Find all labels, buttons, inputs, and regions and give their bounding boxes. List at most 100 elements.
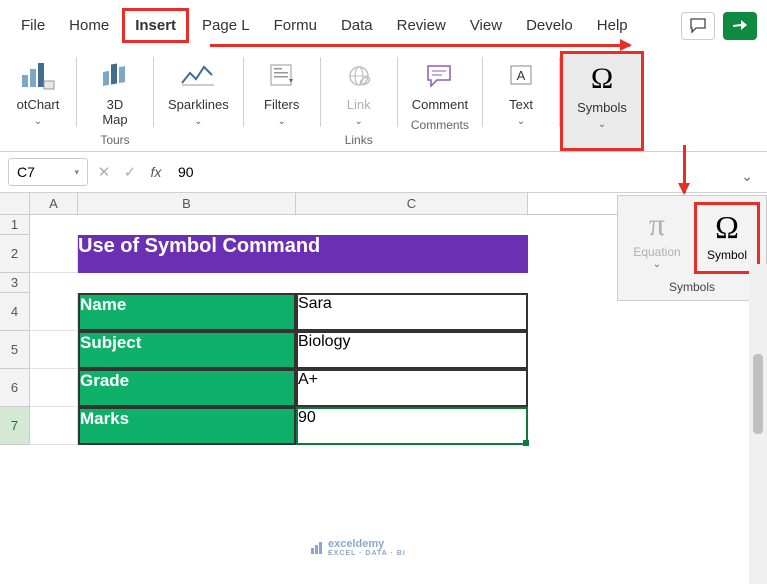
text-label: Text — [509, 97, 533, 112]
chevron-down-icon: ⌄ — [278, 116, 286, 127]
tab-data[interactable]: Data — [330, 10, 384, 41]
watermark: exceldemy EXCEL · DATA · BI — [310, 538, 406, 557]
map3d-label: 3D Map — [102, 97, 127, 127]
value-marks[interactable]: 90 — [296, 407, 528, 445]
comments-button[interactable] — [681, 12, 715, 40]
value-subject[interactable]: Biology — [296, 331, 528, 369]
row-header-1[interactable]: 1 — [0, 215, 30, 235]
sparklines-label: Sparklines — [168, 97, 229, 112]
cell-a7[interactable] — [30, 407, 78, 445]
marks-text: 90 — [298, 409, 316, 426]
filters-label: Filters — [264, 97, 299, 112]
formula-bar: C7 ▾ ✕ ✓ fx — [0, 152, 767, 193]
link-icon — [339, 59, 379, 93]
tab-review[interactable]: Review — [386, 10, 457, 41]
equation-button[interactable]: π Equation ⌄ — [624, 202, 690, 274]
text-icon: A — [501, 59, 541, 93]
chevron-down-icon: ⌄ — [355, 116, 363, 127]
enter-icon[interactable]: ✓ — [120, 163, 140, 181]
chevron-down-icon: ⌄ — [517, 116, 525, 127]
name-box[interactable]: C7 ▾ — [8, 158, 88, 186]
chevron-down-icon: ⌄ — [194, 116, 202, 127]
symbols-group-label: Symbols — [624, 280, 760, 294]
symbols-dropdown-panel: π Equation ⌄ Ω Symbol Symbols — [617, 195, 767, 301]
title-cell[interactable]: Use of Symbol Command — [78, 235, 528, 273]
watermark-icon — [310, 541, 324, 555]
map3d-icon — [95, 59, 135, 93]
tab-formulas[interactable]: Formu — [263, 10, 328, 41]
svg-text:A: A — [517, 68, 526, 83]
row-header-4[interactable]: 4 — [0, 293, 30, 331]
col-header-a[interactable]: A — [30, 193, 78, 214]
tours-group-label: Tours — [85, 133, 145, 147]
label-grade[interactable]: Grade — [78, 369, 296, 407]
comments-group-label: Comments — [406, 118, 474, 132]
comment-label: Comment — [412, 97, 468, 112]
chevron-down-icon: ⌄ — [653, 259, 661, 270]
watermark-brand: exceldemy — [328, 538, 406, 550]
value-grade[interactable]: A+ — [296, 369, 528, 407]
row-header-2[interactable]: 2 — [0, 235, 30, 273]
annotation-arrow-vertical — [683, 145, 686, 193]
symbol-label: Symbol — [707, 248, 747, 262]
map3d-button[interactable]: 3D Map — [85, 55, 145, 131]
ribbon: otChart ⌄ 3D Map Tours Sparklines ⌄ Filt — [0, 47, 767, 152]
tab-file[interactable]: File — [10, 10, 56, 41]
label-marks[interactable]: Marks — [78, 407, 296, 445]
equation-label: Equation — [633, 245, 680, 259]
row-header-3[interactable]: 3 — [0, 273, 30, 293]
sparklines-icon — [178, 59, 218, 93]
col-header-c[interactable]: C — [296, 193, 528, 214]
dropdown-icon[interactable]: ▾ — [74, 167, 79, 178]
value-name[interactable]: Sara — [296, 293, 528, 331]
symbols-ribbon-button[interactable]: Ω Symbols ⌄ — [560, 51, 644, 151]
pivotchart-button[interactable]: otChart ⌄ — [8, 55, 68, 131]
text-button[interactable]: A Text ⌄ — [491, 55, 551, 131]
label-name[interactable]: Name — [78, 293, 296, 331]
row-header-5[interactable]: 5 — [0, 331, 30, 369]
cancel-icon[interactable]: ✕ — [94, 163, 114, 181]
row-header-7[interactable]: 7 — [0, 407, 30, 445]
collapse-ribbon-icon[interactable]: ⌄ — [741, 168, 753, 185]
fill-handle[interactable] — [523, 440, 529, 446]
cell-a5[interactable] — [30, 331, 78, 369]
select-all-cell[interactable] — [0, 193, 30, 214]
symbols-label: Symbols — [577, 100, 627, 115]
speech-bubble-icon — [689, 18, 707, 34]
pivotchart-label: otChart — [17, 97, 60, 112]
cell-a6[interactable] — [30, 369, 78, 407]
vertical-scrollbar[interactable] — [749, 264, 767, 584]
cell-a4[interactable] — [30, 293, 78, 331]
omega-icon: Ω — [715, 209, 739, 246]
chevron-down-icon: ⌄ — [34, 116, 42, 127]
comment-icon — [420, 59, 460, 93]
cell-reference: C7 — [17, 164, 35, 180]
tab-pagelayout[interactable]: Page L — [191, 10, 261, 41]
share-icon — [732, 19, 748, 33]
col-header-b[interactable]: B — [78, 193, 296, 214]
tab-view[interactable]: View — [459, 10, 513, 41]
filters-button[interactable]: Filters ⌄ — [252, 55, 312, 131]
cell-a2[interactable] — [30, 235, 78, 273]
link-button[interactable]: Link ⌄ — [329, 55, 389, 131]
tab-help[interactable]: Help — [586, 10, 639, 41]
tab-developer[interactable]: Develo — [515, 10, 584, 41]
chevron-down-icon: ⌄ — [598, 119, 606, 130]
share-button[interactable] — [723, 12, 757, 40]
scroll-thumb[interactable] — [753, 354, 763, 434]
pi-icon: π — [649, 206, 665, 243]
tab-home[interactable]: Home — [58, 10, 120, 41]
tab-insert[interactable]: Insert — [122, 8, 189, 43]
fx-icon[interactable]: fx — [146, 164, 166, 180]
row-header-6[interactable]: 6 — [0, 369, 30, 407]
label-subject[interactable]: Subject — [78, 331, 296, 369]
link-label: Link — [347, 97, 371, 112]
pivotchart-icon — [18, 59, 58, 93]
annotation-arrow-horizontal — [210, 44, 630, 47]
links-group-label: Links — [329, 133, 389, 147]
filters-icon — [262, 59, 302, 93]
sparklines-button[interactable]: Sparklines ⌄ — [162, 55, 235, 131]
formula-input[interactable] — [172, 159, 759, 185]
watermark-sub: EXCEL · DATA · BI — [328, 550, 406, 557]
comment-button[interactable]: Comment — [406, 55, 474, 116]
